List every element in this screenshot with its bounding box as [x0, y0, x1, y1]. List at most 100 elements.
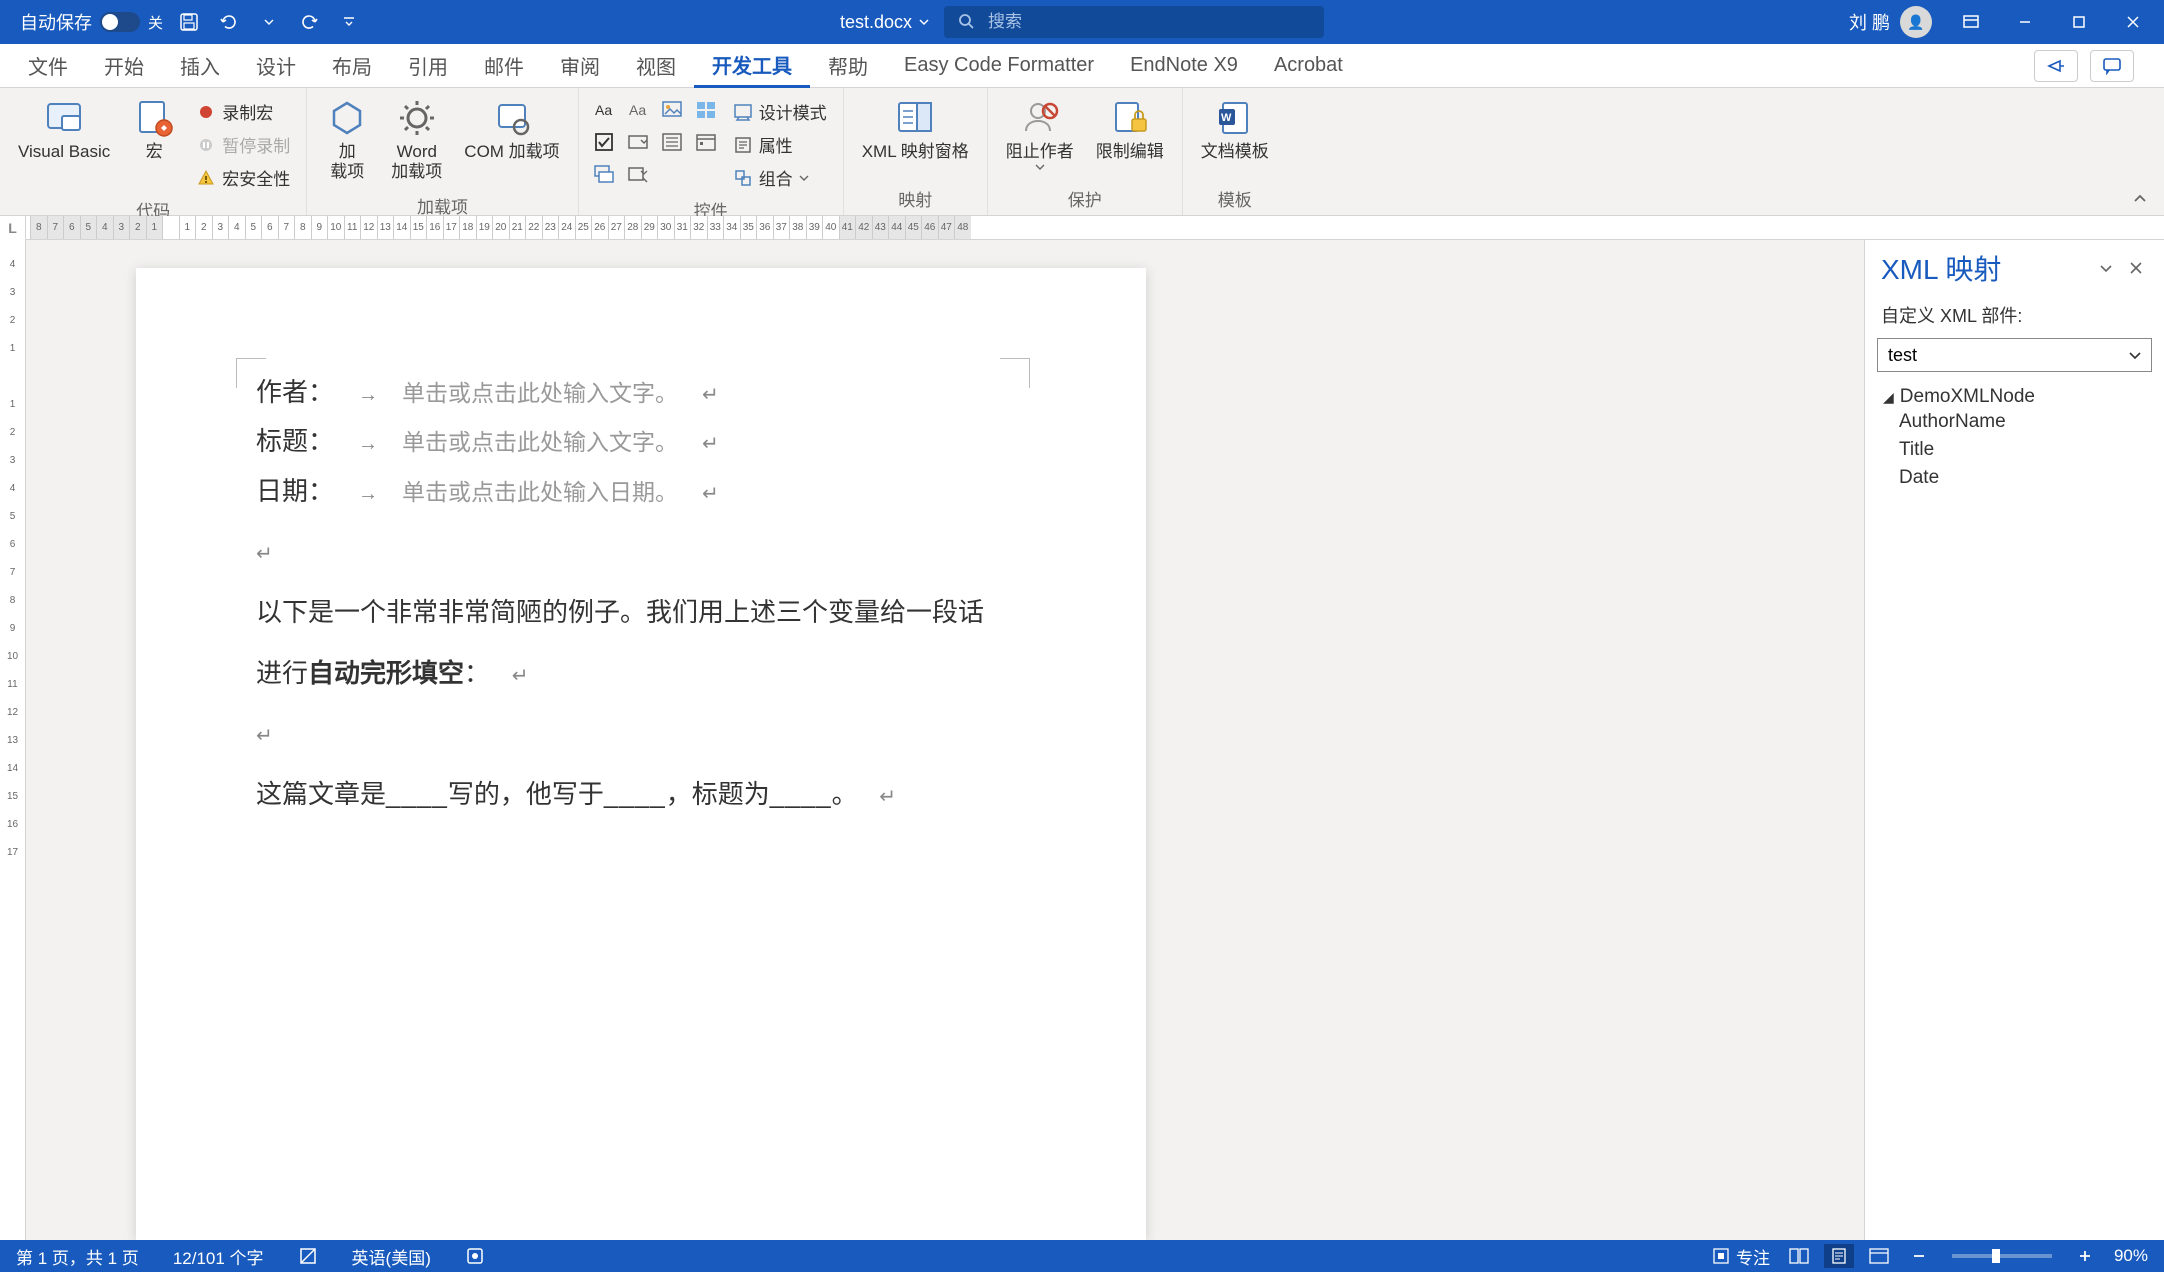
record-icon: [196, 102, 216, 122]
ruler-tick: 16: [426, 216, 443, 239]
read-mode-icon[interactable]: [1784, 1244, 1814, 1268]
focus-icon: [1712, 1247, 1730, 1265]
paragraph[interactable]: 这篇文章是____写的，他写于____，标题为____。 ↵: [256, 769, 1026, 820]
word-addins-button[interactable]: Word 加载项: [383, 92, 450, 189]
ruler-tick: 4: [228, 216, 245, 239]
checkbox-ctl-icon[interactable]: [589, 128, 619, 156]
tab-file[interactable]: 文件: [10, 44, 86, 88]
qat-customize-icon[interactable]: [335, 8, 363, 36]
record-macro-button[interactable]: 录制宏: [190, 96, 296, 127]
tab-developer[interactable]: 开发工具: [694, 44, 810, 88]
tree-node[interactable]: AuthorName: [1879, 408, 2150, 436]
tab-design[interactable]: 设计: [238, 44, 314, 88]
dropdown-ctl-icon[interactable]: [657, 128, 687, 156]
author-placeholder[interactable]: 单击或点击此处输入文字。: [402, 372, 678, 416]
tree-node[interactable]: Title: [1879, 436, 2150, 464]
group-label-mapping: 映射: [854, 182, 977, 215]
tab-review[interactable]: 审阅: [542, 44, 618, 88]
tab-help[interactable]: 帮助: [810, 44, 886, 88]
zoom-slider[interactable]: [1952, 1254, 2052, 1258]
xml-part-select[interactable]: test: [1877, 338, 2152, 372]
macro-security-button[interactable]: 宏安全性: [190, 162, 296, 193]
comments-button[interactable]: [2090, 50, 2134, 82]
vertical-ruler[interactable]: 43211234567891011121314151617: [0, 240, 26, 1240]
close-icon[interactable]: [2110, 0, 2156, 44]
date-picker-ctl-icon[interactable]: [691, 128, 721, 156]
status-macro-icon[interactable]: [461, 1246, 489, 1266]
design-mode-button[interactable]: 设计模式: [727, 96, 833, 127]
group-addins: 加 载项 Word 加载项 COM 加载项 加载项: [307, 88, 578, 215]
com-addins-button[interactable]: COM 加载项: [456, 92, 567, 168]
tab-insert[interactable]: 插入: [162, 44, 238, 88]
status-language[interactable]: 英语(美国): [348, 1244, 435, 1269]
date-placeholder[interactable]: 单击或点击此处输入日期。: [402, 471, 678, 515]
tree-collapse-icon[interactable]: ◢: [1883, 389, 1894, 406]
tab-home[interactable]: 开始: [86, 44, 162, 88]
building-block-ctl-icon[interactable]: [691, 96, 721, 124]
user-account[interactable]: 刘 鹏 👤: [1841, 6, 1940, 38]
status-proofing-icon[interactable]: [294, 1246, 322, 1266]
ruler-tick: [162, 216, 179, 239]
undo-dropdown-icon[interactable]: [255, 8, 283, 36]
picture-ctl-icon[interactable]: [657, 96, 687, 124]
autosave-toggle[interactable]: 自动保存 关: [20, 9, 163, 35]
block-authors-button[interactable]: 阻止作者: [998, 92, 1082, 178]
zoom-in-icon[interactable]: [2070, 1244, 2100, 1268]
ruler-tick: 8: [10, 586, 16, 614]
group-controls-button[interactable]: 组合: [727, 162, 833, 193]
web-layout-icon[interactable]: [1864, 1244, 1894, 1268]
xml-mapping-pane-button[interactable]: XML 映射窗格: [854, 92, 977, 168]
ruler-tick: 6: [10, 530, 16, 558]
macros-button[interactable]: 宏: [124, 92, 184, 168]
paragraph[interactable]: 进行自动完形填空： ↵: [256, 648, 1026, 699]
repeating-section-ctl-icon[interactable]: [589, 160, 619, 188]
tab-endnote[interactable]: EndNote X9: [1112, 44, 1256, 88]
ruler-tick: 47: [938, 216, 955, 239]
status-bar: 第 1 页，共 1 页 12/101 个字 英语(美国) 专注 90%: [0, 1240, 2164, 1272]
minimize-icon[interactable]: [2002, 0, 2048, 44]
tree-root[interactable]: ◢ DemoXMLNode: [1879, 386, 2150, 408]
close-pane-icon[interactable]: [2124, 256, 2148, 280]
plain-text-ctl-icon[interactable]: Aa: [623, 96, 653, 124]
zoom-out-icon[interactable]: [1904, 1244, 1934, 1268]
status-words[interactable]: 12/101 个字: [169, 1244, 268, 1269]
tab-acrobat[interactable]: Acrobat: [1256, 44, 1361, 88]
document-template-button[interactable]: W 文档模板: [1193, 92, 1277, 168]
title-placeholder[interactable]: 单击或点击此处输入文字。: [402, 421, 678, 465]
ruler-tick: 37: [773, 216, 790, 239]
document-title[interactable]: test.docx: [840, 12, 930, 33]
ribbon-display-icon[interactable]: [1948, 0, 1994, 44]
restrict-editing-button[interactable]: 限制编辑: [1088, 92, 1172, 168]
tab-mailings[interactable]: 邮件: [466, 44, 542, 88]
legacy-tools-icon[interactable]: [623, 160, 653, 188]
focus-mode-button[interactable]: 专注: [1708, 1244, 1774, 1269]
tree-node[interactable]: Date: [1879, 464, 2150, 492]
share-button[interactable]: [2034, 50, 2078, 82]
properties-button[interactable]: 属性: [727, 129, 833, 160]
document-area[interactable]: 作者： → 单击或点击此处输入文字。 ↵ 标题： → 单击或点击此处输入文字。 …: [26, 240, 1864, 1240]
rtf-content-ctl-icon[interactable]: Aa: [589, 96, 619, 124]
tab-view[interactable]: 视图: [618, 44, 694, 88]
pane-options-icon[interactable]: [2094, 256, 2118, 280]
zoom-level[interactable]: 90%: [2110, 1246, 2152, 1266]
combobox-ctl-icon[interactable]: [623, 128, 653, 156]
save-icon[interactable]: [175, 8, 203, 36]
status-page[interactable]: 第 1 页，共 1 页: [12, 1244, 143, 1269]
ruler-tick: 23: [542, 216, 559, 239]
search-input[interactable]: [988, 12, 1310, 32]
tab-selector-icon[interactable]: L: [0, 216, 26, 240]
ruler-tick: 5: [80, 216, 97, 239]
addins-button[interactable]: 加 载项: [317, 92, 377, 189]
horizontal-ruler[interactable]: L 87654321123456789101112131415161718192…: [0, 216, 2164, 240]
visual-basic-button[interactable]: Visual Basic: [10, 92, 118, 168]
maximize-icon[interactable]: [2056, 0, 2102, 44]
redo-icon[interactable]: [295, 8, 323, 36]
tab-layout[interactable]: 布局: [314, 44, 390, 88]
tab-references[interactable]: 引用: [390, 44, 466, 88]
search-box[interactable]: [944, 6, 1324, 38]
paragraph[interactable]: 以下是一个非常非常简陋的例子。我们用上述三个变量给一段话: [256, 587, 1026, 638]
print-layout-icon[interactable]: [1824, 1244, 1854, 1268]
tab-easy-code-formatter[interactable]: Easy Code Formatter: [886, 44, 1112, 88]
collapse-ribbon-icon[interactable]: [2132, 191, 2148, 207]
undo-icon[interactable]: [215, 8, 243, 36]
